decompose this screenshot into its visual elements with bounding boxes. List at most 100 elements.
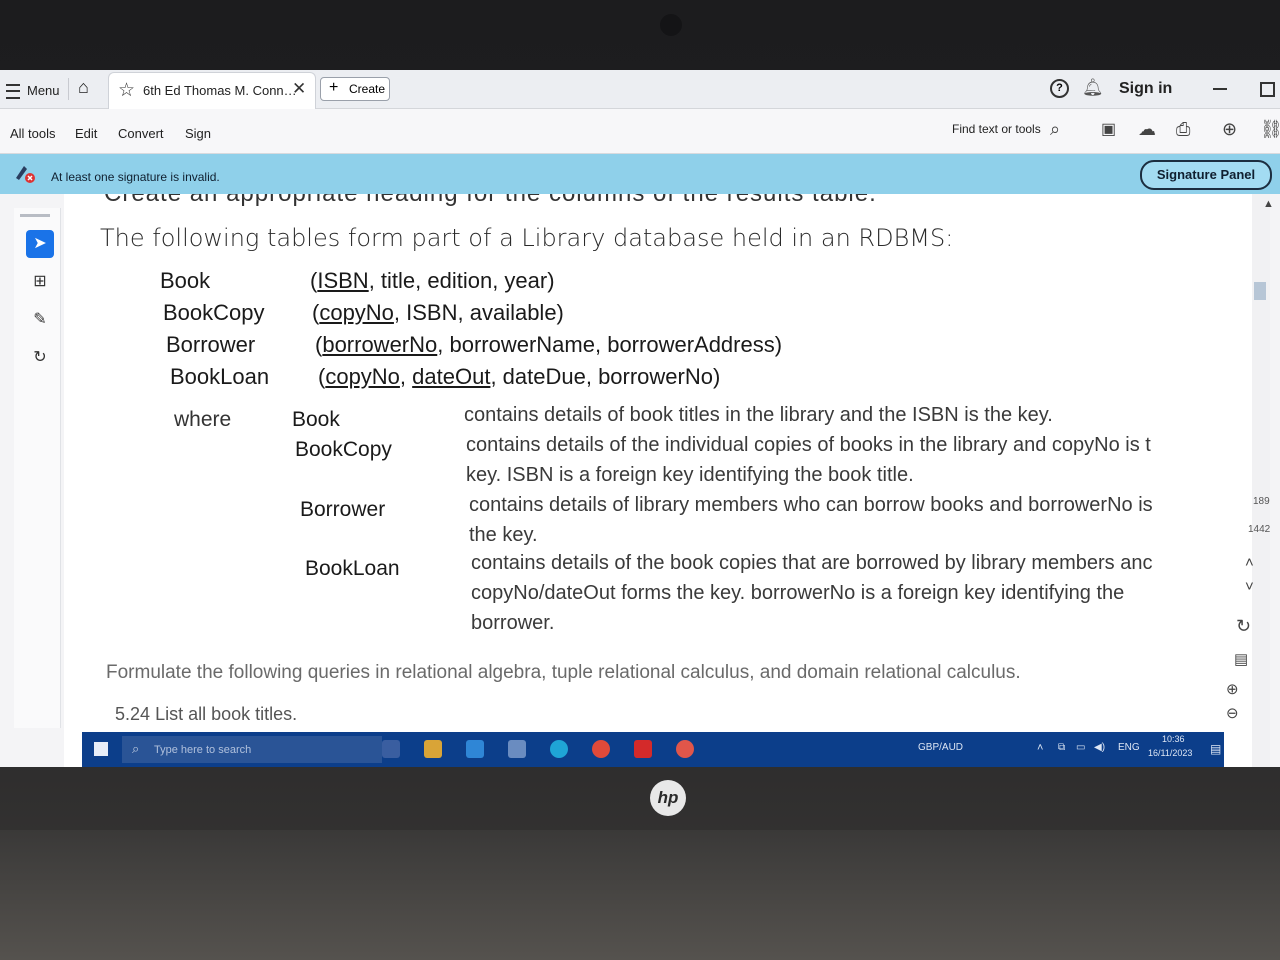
close-icon[interactable]: ✕ [292, 79, 306, 99]
print-icon[interactable]: ⎙ [1176, 119, 1190, 140]
screen: Menu ⌂ ☆ 6th Ed Thomas M. Conn… ✕ + Crea… [0, 70, 1280, 767]
save-icon[interactable]: ▣ [1101, 119, 1116, 139]
taskbar-search[interactable]: ⌕ Type here to search [122, 736, 382, 763]
star-icon[interactable]: ☆ [118, 79, 135, 102]
file-explorer-icon[interactable] [424, 740, 442, 758]
scrollbar-thumb[interactable] [1254, 282, 1266, 300]
link-icon[interactable]: ⛓ [1260, 119, 1280, 140]
description-line: the key. [469, 524, 538, 546]
rail-handle [20, 214, 50, 217]
find-text-button[interactable]: Find text or tools [952, 122, 1041, 136]
mail-icon[interactable] [466, 740, 484, 758]
description-name: BookLoan [305, 557, 400, 580]
edit-button[interactable]: Edit [75, 126, 97, 141]
relation-schema: (copyNo, dateOut, dateDue, borrowerNo) [318, 364, 721, 389]
signature-banner: At least one signature is invalid. Signa… [0, 154, 1280, 194]
ticker-label[interactable]: GBP/AUD [918, 742, 963, 753]
task-view-icon[interactable] [382, 740, 400, 758]
restore-icon[interactable] [1260, 82, 1275, 97]
clock-date[interactable]: 16/11/2023 [1148, 748, 1192, 758]
search-icon[interactable]: ⌕ [1050, 119, 1060, 140]
signature-panel-button[interactable]: Signature Panel [1140, 160, 1272, 190]
create-button[interactable]: + Create [320, 77, 390, 101]
description-line: contains details of book titles in the l… [464, 404, 1053, 426]
store-icon[interactable] [508, 740, 526, 758]
help-icon[interactable]: ? [1050, 79, 1069, 98]
description-line: contains details of the book copies that… [471, 552, 1153, 574]
highlight-pen-icon[interactable]: ✎ [26, 306, 54, 334]
attributes: , title, edition, year) [368, 268, 555, 293]
query-item: 5.24 List all book titles. [115, 704, 297, 725]
primary-key: copyNo [325, 364, 400, 389]
sign-button[interactable]: Sign [185, 126, 211, 141]
description-text: contains details of book titles in the l… [464, 400, 1224, 430]
query-number: 5.24 [115, 704, 151, 724]
description-text: contains details of library members who … [469, 490, 1229, 550]
refresh-icon[interactable]: ↻ [1236, 616, 1251, 637]
attributes: , dateDue, borrowerNo) [490, 364, 721, 389]
attributes: , ISBN, available) [393, 300, 564, 325]
windows-start-icon[interactable] [94, 742, 108, 756]
network-icon[interactable]: ⧉ [1058, 742, 1065, 753]
description-text: contains details of the individual copie… [466, 430, 1226, 490]
convert-button[interactable]: Convert [118, 126, 164, 141]
zoom-in-icon[interactable]: ⊕ [1226, 680, 1239, 698]
relation-name: Book [160, 268, 211, 293]
chevron-down-icon[interactable]: ˅ [1245, 578, 1254, 595]
description-line: copyNo/dateOut forms the key. borrowerNo… [471, 582, 1125, 604]
primary-key: borrowerNo [322, 332, 438, 357]
bell-icon[interactable]: 🔔︎ [1082, 78, 1104, 98]
select-tool-icon[interactable]: ➤ [26, 230, 54, 258]
tab-title: 6th Ed Thomas M. Conn… [143, 83, 297, 98]
sign-in-button[interactable]: Sign in [1119, 80, 1172, 98]
minimize-icon[interactable] [1213, 88, 1227, 90]
signature-invalid-icon [16, 166, 35, 183]
relation-schema: (copyNo, ISBN, available) [312, 300, 564, 326]
tray-overflow-icon[interactable]: ˄ [1037, 742, 1043, 754]
toolbar: All tools Edit Convert Sign Find text or… [0, 109, 1280, 154]
search-icon: ⌕ [132, 741, 140, 756]
relation-name: BookLoan [170, 364, 270, 389]
webcam [660, 14, 682, 36]
description-name: BookCopy [295, 438, 392, 461]
battery-icon[interactable]: ▭ [1076, 742, 1085, 753]
description-line: contains details of library members who … [469, 494, 1153, 516]
chrome-icon[interactable] [592, 740, 610, 758]
volume-icon[interactable]: ◀︎) [1094, 742, 1105, 753]
share-icon[interactable]: ⊕ [1222, 119, 1237, 140]
language-indicator[interactable]: ENG [1118, 742, 1140, 753]
home-icon[interactable]: ⌂ [78, 77, 89, 98]
add-comment-icon[interactable]: ⊞ [26, 268, 54, 296]
cloud-upload-icon[interactable]: ☁ [1138, 119, 1156, 140]
relation-schema: (borrowerNo, borrowerName, borrowerAddre… [315, 332, 782, 358]
draw-icon[interactable]: ↻ [26, 344, 54, 372]
primary-key: copyNo [319, 300, 394, 325]
description-text: contains details of the book copies that… [471, 548, 1231, 638]
document-page: Create an appropriate heading for the co… [64, 194, 1252, 767]
laptop-deck [0, 830, 1280, 960]
instructions: Formulate the following queries in relat… [106, 662, 1021, 683]
document-tab[interactable]: ☆ 6th Ed Thomas M. Conn… ✕ [108, 72, 316, 109]
acrobat-icon[interactable] [634, 740, 652, 758]
relation-name: Borrower [166, 332, 256, 357]
windows-taskbar: ⌕ Type here to search GBP/AUD ˄ ⧉ ▭ ◀︎) … [82, 732, 1224, 767]
app-icon[interactable] [676, 740, 694, 758]
primary-key: ISBN [317, 268, 369, 293]
notifications-icon[interactable]: ▤ [1210, 742, 1221, 756]
tab-bar: Menu ⌂ ☆ 6th Ed Thomas M. Conn… ✕ + Crea… [0, 70, 1280, 109]
cut-off-line: Create an appropriate heading for the co… [104, 194, 877, 208]
description-name: Borrower [300, 498, 386, 521]
page-fit-icon[interactable]: ▤ [1234, 650, 1248, 668]
vertical-scrollbar[interactable] [1252, 194, 1270, 767]
edge-icon[interactable] [550, 740, 568, 758]
scroll-up-icon[interactable]: ▲ [1263, 198, 1274, 210]
intro-paragraph: The following tables form part of a Libr… [100, 224, 954, 252]
menu-icon[interactable] [6, 84, 20, 99]
plus-icon: + [329, 79, 339, 96]
chevron-up-icon[interactable]: ˄ [1245, 554, 1254, 571]
menu-button[interactable]: Menu [27, 83, 60, 98]
all-tools-button[interactable]: All tools [10, 126, 56, 141]
zoom-out-icon[interactable]: ⊖ [1226, 704, 1239, 722]
clock-time[interactable]: 10:36 [1162, 734, 1185, 744]
banner-message: At least one signature is invalid. [51, 170, 220, 184]
